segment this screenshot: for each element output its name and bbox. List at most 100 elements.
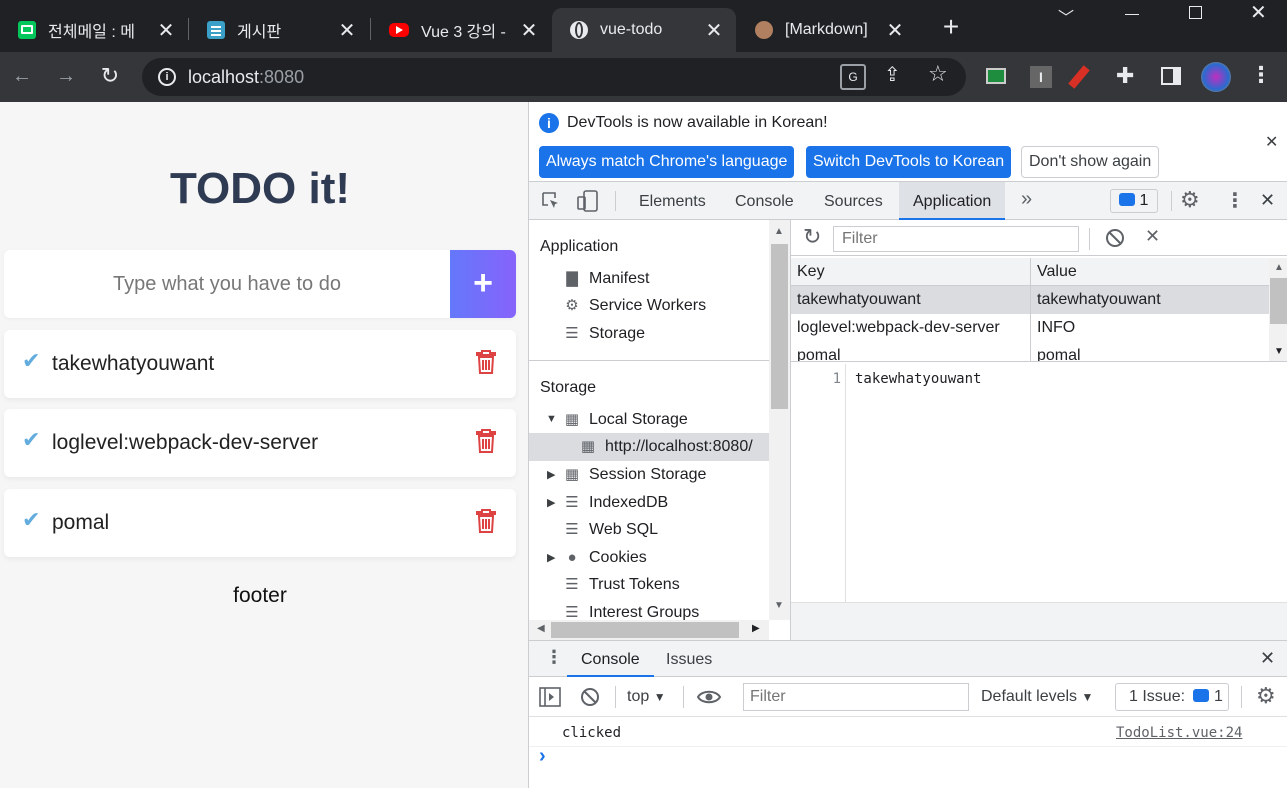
trash-icon[interactable]: [476, 509, 496, 533]
close-infobar-icon[interactable]: ✕: [1265, 132, 1278, 152]
todo-text: loglevel:webpack-dev-server: [52, 431, 319, 454]
tab-search-icon[interactable]: ﹀: [1058, 4, 1074, 28]
console-prompt-icon[interactable]: ›: [539, 745, 546, 768]
dont-show-again-button[interactable]: Don't show again: [1021, 146, 1160, 178]
close-devtools-icon[interactable]: ✕: [1260, 190, 1275, 211]
sidebar-scroll-thumb[interactable]: [771, 244, 788, 409]
drawer-tab-issues[interactable]: Issues: [652, 641, 726, 677]
address-bar[interactable]: i localhost:8080 G ⇪ ☆: [142, 58, 966, 96]
check-icon[interactable]: ✔: [22, 427, 40, 453]
trash-icon[interactable]: [476, 429, 496, 453]
sidebar-item-service-workers[interactable]: ⚙ Service Workers: [563, 293, 706, 319]
extension-gray-icon[interactable]: I: [1030, 66, 1052, 88]
scroll-up-arrow-icon[interactable]: ▲: [1274, 262, 1284, 273]
check-icon[interactable]: ✔: [22, 507, 40, 533]
settings-gear-icon[interactable]: ⚙: [1180, 187, 1200, 213]
browser-tab-vue-todo[interactable]: vue-todo ✕: [552, 8, 736, 52]
tab-sources[interactable]: Sources: [810, 182, 897, 220]
maximize-icon[interactable]: [1189, 6, 1202, 19]
show-sidebar-icon[interactable]: [539, 687, 561, 707]
puzzle-extensions-icon[interactable]: ✚: [1116, 63, 1134, 89]
browser-tab-youtube[interactable]: Vue 3 강의 - ✕: [371, 8, 551, 52]
close-tab-icon[interactable]: ✕: [337, 18, 357, 43]
sidebar-item-session-storage[interactable]: ▦ Session Storage: [563, 462, 707, 488]
clear-all-icon[interactable]: [1105, 228, 1125, 248]
scroll-down-arrow-icon[interactable]: ▼: [1274, 346, 1284, 357]
sidebar-item-web-sql[interactable]: ☰ Web SQL: [563, 517, 658, 543]
live-expression-eye-icon[interactable]: [697, 689, 721, 705]
reload-icon[interactable]: ↻: [97, 63, 123, 89]
browser-tab-board[interactable]: 게시판 ✕: [189, 8, 369, 52]
switch-to-korean-button[interactable]: Switch DevTools to Korean: [806, 146, 1012, 178]
more-tabs-chevron-icon[interactable]: »: [1021, 188, 1032, 211]
trash-icon[interactable]: [476, 350, 496, 374]
close-drawer-icon[interactable]: ✕: [1260, 648, 1275, 669]
match-language-button[interactable]: Always match Chrome's language: [539, 146, 795, 178]
close-tab-icon[interactable]: ✕: [156, 18, 176, 43]
site-info-icon[interactable]: i: [158, 68, 176, 86]
collapsed-arrow-icon[interactable]: ▶: [547, 496, 555, 509]
forward-icon[interactable]: →: [53, 63, 79, 89]
scroll-up-arrow-icon[interactable]: ▲: [774, 226, 784, 237]
sidebar-hscroll-thumb[interactable]: [551, 622, 739, 638]
scroll-down-arrow-icon[interactable]: ▼: [774, 600, 784, 611]
scroll-left-arrow-icon[interactable]: ◀: [537, 623, 545, 634]
column-header-value[interactable]: Value: [1037, 258, 1077, 286]
delete-selected-icon[interactable]: ✕: [1145, 226, 1160, 247]
console-source-link[interactable]: TodoList.vue:24: [1116, 725, 1242, 741]
inspect-element-icon[interactable]: [541, 191, 561, 211]
drawer-menu-icon[interactable]: ⋮: [545, 647, 563, 668]
close-window-icon[interactable]: ✕: [1250, 0, 1267, 25]
highlighter-extension-icon[interactable]: [1068, 65, 1090, 89]
sidebar-item-cookies[interactable]: ● Cookies: [563, 545, 646, 571]
browser-tab-markdown[interactable]: [Markdown] ✕: [737, 8, 917, 52]
new-tab-button[interactable]: +: [936, 10, 966, 44]
back-icon[interactable]: ←: [9, 63, 35, 89]
column-header-key[interactable]: Key: [797, 258, 1027, 286]
devtools-menu-icon[interactable]: ⋮: [1225, 188, 1245, 213]
avatar-icon: [755, 21, 773, 39]
context-selector[interactable]: top ▼: [627, 677, 666, 717]
console-settings-gear-icon[interactable]: ⚙: [1256, 683, 1276, 709]
sidebar-item-indexeddb[interactable]: ☰ IndexedDB: [563, 490, 668, 516]
sidebar-item-trust-tokens[interactable]: ☰ Trust Tokens: [563, 572, 679, 598]
close-tab-icon[interactable]: ✕: [704, 18, 724, 43]
log-levels-dropdown[interactable]: Default levels ▼: [981, 677, 1093, 717]
profile-avatar[interactable]: [1201, 62, 1231, 92]
bookmark-star-icon[interactable]: ☆: [928, 61, 948, 87]
todo-input[interactable]: [4, 250, 450, 318]
scroll-right-arrow-icon[interactable]: ▶: [752, 623, 760, 634]
close-tab-icon[interactable]: ✕: [885, 18, 905, 43]
close-tab-icon[interactable]: ✕: [519, 18, 539, 43]
sidebar-item-localhost-origin[interactable]: ▦ http://localhost:8080/: [579, 434, 753, 460]
device-toolbar-icon[interactable]: [577, 190, 599, 212]
minimize-icon[interactable]: [1125, 14, 1139, 15]
console-issues-button[interactable]: 1 Issue: 1: [1115, 683, 1229, 711]
extension-green-icon[interactable]: [986, 68, 1006, 84]
add-todo-button[interactable]: +: [450, 250, 516, 318]
sidebar-item-storage[interactable]: ☰ Storage: [563, 321, 645, 347]
clear-console-icon[interactable]: [580, 687, 600, 707]
expand-arrow-icon[interactable]: ▼: [546, 413, 557, 425]
sidebar-item-label: Service Workers: [589, 297, 707, 314]
share-icon[interactable]: ⇪: [884, 62, 901, 87]
tab-console[interactable]: Console: [721, 182, 808, 220]
collapsed-arrow-icon[interactable]: ▶: [547, 551, 555, 564]
sidebar-item-local-storage[interactable]: ▦ Local Storage: [563, 407, 688, 433]
side-panel-icon[interactable]: [1161, 67, 1181, 85]
tab-elements[interactable]: Elements: [625, 182, 720, 220]
browser-tab-mail[interactable]: 전체메일 : 메 ✕: [0, 8, 188, 52]
check-icon[interactable]: ✔: [22, 348, 40, 374]
preview-value-text[interactable]: takewhatyouwant: [855, 371, 981, 387]
issues-counter-button[interactable]: 1: [1110, 189, 1158, 213]
console-filter-input[interactable]: [743, 683, 969, 711]
drawer-tab-console[interactable]: Console: [567, 641, 654, 677]
collapsed-arrow-icon[interactable]: ▶: [547, 468, 555, 481]
refresh-icon[interactable]: ↻: [803, 224, 821, 250]
tab-application[interactable]: Application: [899, 182, 1006, 220]
browser-menu-icon[interactable]: ⋮: [1250, 62, 1272, 88]
table-scroll-thumb[interactable]: [1270, 278, 1287, 324]
storage-filter-input[interactable]: [833, 226, 1079, 252]
sidebar-item-manifest[interactable]: ▇ Manifest: [563, 266, 649, 292]
translate-icon[interactable]: G: [840, 64, 866, 90]
